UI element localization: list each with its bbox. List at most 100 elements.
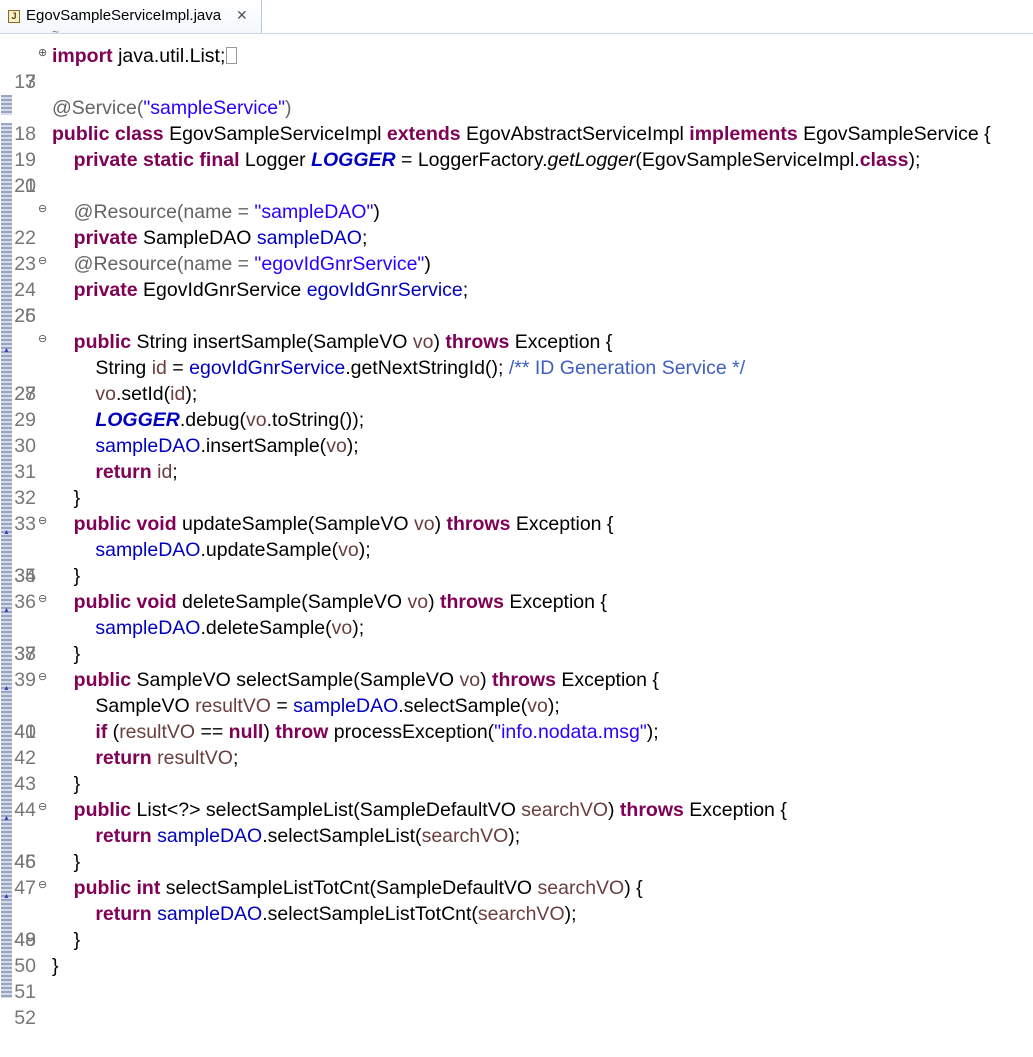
param: vo	[95, 383, 116, 405]
collapse-icon[interactable]: ⊖	[38, 511, 47, 531]
collapse-icon[interactable]: ⊖	[38, 199, 47, 219]
text: String insertSample(SampleVO	[131, 331, 413, 353]
local-var: id	[170, 383, 186, 405]
param: vo	[331, 617, 353, 639]
code-line: 31 sampleDAO.insertSample(vo);	[0, 433, 1033, 483]
text: }	[52, 643, 81, 665]
text: }	[52, 565, 81, 587]
text: )	[373, 201, 380, 223]
text: =	[270, 695, 294, 717]
text: )	[480, 669, 493, 691]
code-line: 17	[0, 69, 1033, 95]
code-line: ▲ 40 ⊖ public SampleVO selectSample(Samp…	[0, 667, 1033, 743]
code-line: 26	[0, 303, 1033, 329]
text: ==	[195, 721, 229, 743]
text: ;	[232, 747, 239, 769]
code-line: 50 }	[0, 927, 1033, 977]
kw: public	[73, 669, 132, 691]
code-line: 38 sampleDAO.deleteSample(vo);	[0, 615, 1033, 665]
text: java.util.List;	[112, 45, 226, 67]
kw: return	[95, 903, 152, 925]
collapse-icon[interactable]: ⊖	[38, 797, 47, 817]
code-line: ~	[52, 25, 60, 39]
kw: public	[73, 513, 132, 535]
code-line: 32 return id;	[0, 459, 1033, 509]
field: sampleDAO	[95, 435, 201, 457]
text: }	[52, 955, 59, 977]
param: vo	[412, 331, 434, 353]
kw: throws	[445, 331, 510, 353]
code-line: 52	[0, 979, 1033, 1029]
code-line: 25 private EgovIdGnrService egovIdGnrSer…	[0, 277, 1033, 327]
field: sampleDAO	[293, 695, 399, 717]
text: }	[52, 773, 81, 795]
code-line: ▲ 34 ⊖ public void updateSample(SampleVO…	[0, 511, 1033, 587]
editor-tab[interactable]: J EgovSampleServiceImpl.java ✕	[0, 0, 262, 33]
text: );	[908, 149, 921, 171]
collapse-icon[interactable]: ⊖	[38, 251, 47, 271]
text: .selectSampleList(	[262, 825, 422, 847]
kw: throws	[619, 799, 684, 821]
text: )	[433, 331, 446, 353]
code-editor[interactable]: ~ 3 ⊕ import java.util.List; 17 18 @Serv…	[0, 25, 1033, 1029]
text: EgovSampleService {	[797, 123, 991, 145]
text: (	[107, 721, 120, 743]
kw: int	[136, 877, 161, 899]
code-line: 47 }	[0, 849, 1033, 899]
text: .insertSample(	[200, 435, 327, 457]
text: SampleDAO	[137, 227, 257, 249]
line-number: 21	[14, 175, 36, 197]
code-line: ▲ 37 ⊖ public void deleteSample(SampleVO…	[0, 589, 1033, 665]
collapse-icon[interactable]: ⊖	[38, 589, 47, 609]
code-line: 18 @Service("sampleService")	[0, 95, 1033, 145]
code-line: ▲ 27 ⊖ public String insertSample(Sample…	[0, 329, 1033, 405]
collapse-icon[interactable]: ⊖	[38, 875, 47, 895]
text: Exception {	[509, 331, 613, 353]
text: List<?> selectSampleList(SampleDefaultVO	[131, 799, 522, 821]
code-line: 36 }	[0, 563, 1033, 613]
code-line: 42 if (resultVO == null) throw processEx…	[0, 719, 1033, 769]
text: .selectSample(	[398, 695, 528, 717]
close-icon[interactable]: ✕	[236, 7, 248, 24]
param: vo	[338, 539, 359, 561]
string: "info.nodata.msg"	[494, 721, 647, 743]
param: searchVO	[537, 877, 625, 899]
string: "sampleService"	[143, 97, 286, 119]
local-var: id	[151, 357, 167, 379]
kw: if	[95, 721, 108, 743]
code-line: 51 }	[0, 953, 1033, 1003]
kw: private	[73, 279, 138, 301]
kw: return	[95, 747, 152, 769]
text: Exception {	[510, 513, 614, 535]
kw: throws	[440, 591, 504, 613]
expand-icon[interactable]: ⊕	[38, 43, 47, 63]
field: egovIdGnrService	[189, 357, 346, 379]
text: .getNextStringId();	[345, 357, 509, 379]
kw: public	[73, 591, 132, 613]
text: .updateSample(	[200, 539, 339, 561]
text: );	[547, 695, 560, 717]
text: )	[608, 799, 620, 821]
param: vo	[326, 435, 347, 457]
collapse-icon[interactable]: ⊖	[38, 667, 47, 687]
static-field: LOGGER	[95, 409, 180, 431]
text: .deleteSample(	[200, 617, 332, 639]
folded-marker-icon[interactable]	[226, 47, 238, 64]
kw: public	[73, 877, 132, 899]
text: =	[166, 357, 190, 379]
param: vo	[246, 409, 267, 431]
collapse-icon[interactable]: ⊖	[38, 329, 47, 349]
text: )	[424, 253, 431, 275]
kw: import	[52, 45, 113, 67]
kw: implements	[689, 123, 798, 145]
